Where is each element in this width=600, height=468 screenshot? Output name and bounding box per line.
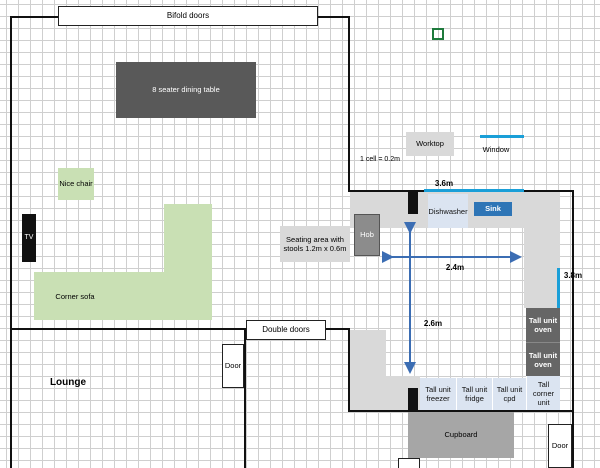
tall-unit-freezer-label: Tall unit freezer (425, 385, 451, 403)
dimension-depth-inner: 2.6m (423, 319, 443, 328)
double-doors: Double doors (246, 320, 326, 340)
dimension-depth-right: 3.8m (563, 271, 583, 280)
dimension-width-inner: 2.4m (445, 263, 465, 272)
door-left-label: Door (224, 361, 242, 370)
tall-corner-unit: Tall corner unit (526, 376, 560, 410)
tall-unit-oven-1-label: Tall unit oven (528, 316, 558, 334)
tall-unit-fridge-label: Tall unit fridge (461, 385, 488, 403)
door-left: Door (222, 344, 244, 388)
tall-unit-cpd-label: Tall unit cpd (496, 385, 523, 403)
tall-unit-oven-2: Tall unit oven (526, 342, 560, 376)
door-right: Door (548, 424, 572, 468)
door-right-label: Door (551, 441, 569, 450)
tall-unit-oven-2-label: Tall unit oven (528, 350, 558, 369)
tall-unit-freezer: Tall unit freezer (420, 378, 456, 410)
tall-corner-unit-label: Tall corner unit (532, 379, 555, 407)
tall-unit-cpd: Tall unit cpd (492, 378, 526, 410)
tall-unit-oven-1: Tall unit oven (526, 308, 560, 342)
cupboard-label: Cupboard (444, 430, 478, 439)
double-doors-label: Double doors (262, 325, 310, 334)
cupboard: Cupboard (408, 412, 514, 458)
floor-plan: Bifold doors 8 seater dining table Nice … (0, 0, 600, 468)
room-label-lounge: Lounge (49, 377, 87, 388)
stair-stub (398, 458, 420, 468)
tall-unit-fridge: Tall unit fridge (456, 378, 492, 410)
